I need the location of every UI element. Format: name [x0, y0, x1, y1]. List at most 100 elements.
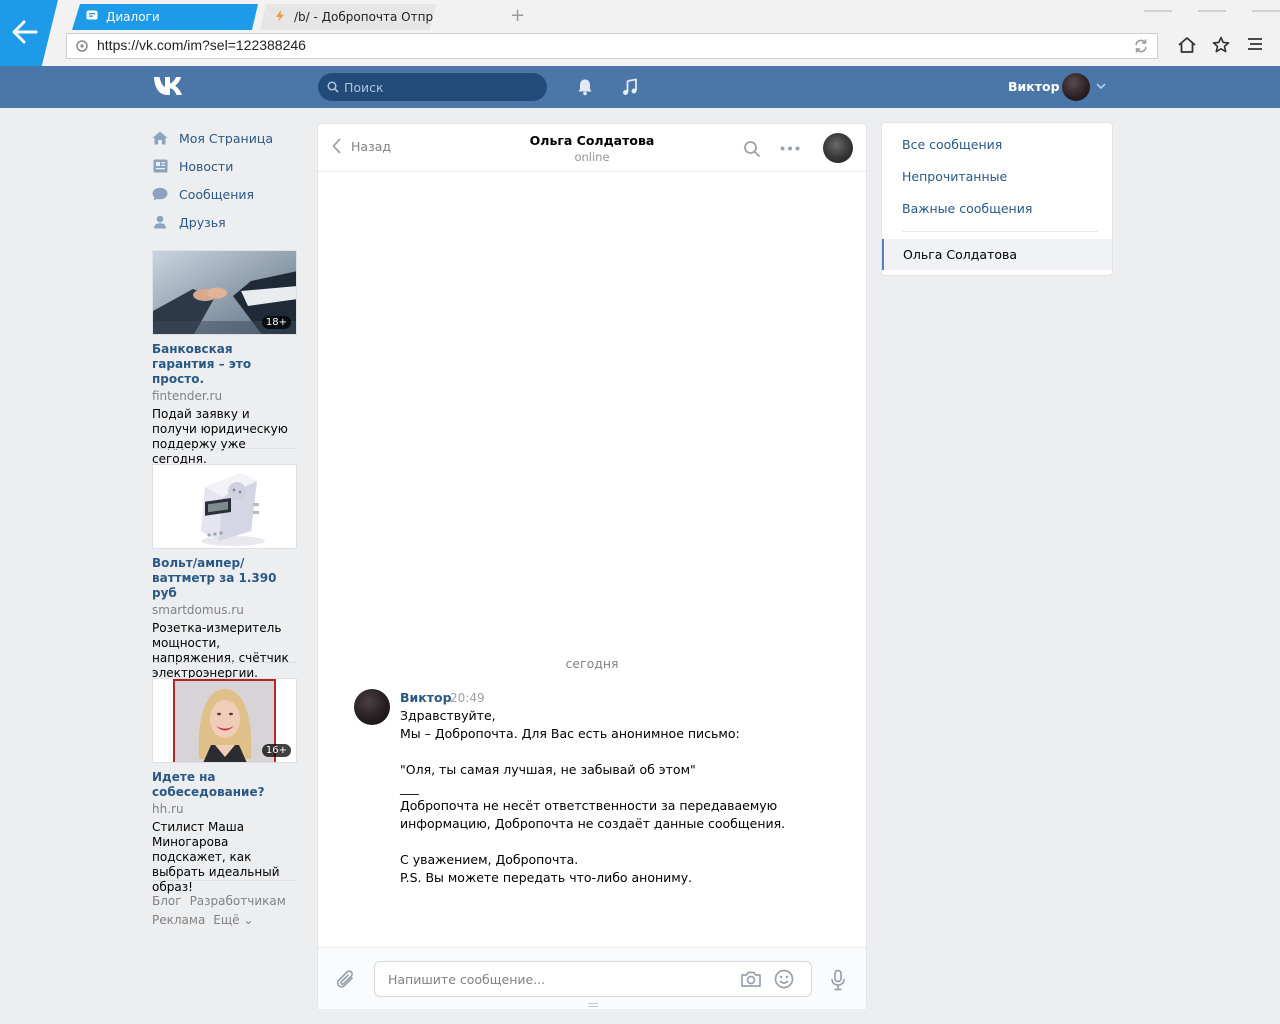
message-author[interactable]: Виктор: [400, 690, 452, 705]
lightning-icon: [274, 10, 286, 22]
message-time[interactable]: 20:49: [450, 691, 485, 705]
camera-icon[interactable]: [740, 970, 762, 988]
nav-item-friends[interactable]: Друзья: [152, 208, 297, 236]
ad-description: Подай заявку и получи юридическую поддер…: [152, 407, 288, 466]
friends-icon: [152, 214, 168, 230]
divider: [152, 880, 297, 881]
ad-block[interactable]: 16+ Идете на собеседование? hh.ru Стилис…: [152, 678, 297, 895]
message-input-box[interactable]: [374, 961, 812, 997]
menu-item-important[interactable]: Важные сообщения: [902, 201, 1032, 216]
left-nav: Моя Страница Новости Сообщения Друзья: [152, 124, 297, 236]
window-control-line[interactable]: [1144, 10, 1172, 12]
message-line: "Оля, ты самая лучшая, не забывай об это…: [400, 762, 696, 777]
menu-icon[interactable]: [1247, 36, 1263, 52]
ad-description: Стилист Маша Миногарова подскажет, как в…: [152, 820, 280, 894]
window-controls: [1118, 0, 1280, 15]
nav-item-label: Моя Страница: [179, 130, 273, 146]
divider: [152, 662, 297, 663]
avatar[interactable]: [354, 689, 390, 725]
message-composer: [318, 947, 866, 1009]
search-icon: [327, 81, 339, 93]
address-bar[interactable]: https://vk.com/im?sel=122388246: [66, 33, 1158, 59]
avatar: [1062, 73, 1090, 101]
ad-block[interactable]: Вольт/ампер/ваттметр за 1.390 руб smartd…: [152, 464, 297, 681]
nav-item-my-page[interactable]: Моя Страница: [152, 124, 297, 152]
ad-domain: smartdomus.ru: [152, 603, 244, 617]
microphone-icon[interactable]: [830, 969, 846, 991]
search-box[interactable]: [318, 73, 547, 101]
message-line: Мы – Добропочта. Для Вас есть анонимное …: [400, 726, 740, 741]
site-info-icon[interactable]: [76, 40, 88, 52]
emoji-icon[interactable]: [774, 969, 794, 989]
message-line: информацию, Добропочта не создаёт данные…: [400, 816, 786, 831]
home-icon[interactable]: [1177, 36, 1197, 54]
search-input[interactable]: [344, 73, 539, 101]
message-input[interactable]: [388, 962, 728, 996]
footer-links: Блог Разработчикам Реклама Ещё ⌄: [152, 892, 297, 930]
footer-link-blog[interactable]: Блог: [152, 894, 182, 908]
chevron-down-icon: [1096, 83, 1106, 90]
footer-link-more[interactable]: Ещё ⌄: [213, 913, 253, 927]
browser-chrome: Диалоги /b/ - Добропочта Отпра… + https:…: [0, 0, 1280, 66]
selected-dialog-label: Ольга Солдатова: [903, 247, 1018, 262]
menu-item-unread[interactable]: Непрочитанные: [902, 169, 1007, 184]
tab-dobropochta[interactable]: /b/ - Добропочта Отпра…: [260, 4, 436, 30]
nav-item-label: Друзья: [179, 214, 226, 230]
chat-header: Назад Ольга Солдатова online: [318, 124, 866, 172]
header-user-name: Виктор: [1008, 79, 1060, 94]
divider: [152, 448, 297, 449]
menu-item-selected-dialog[interactable]: Ольга Солдатова: [882, 239, 1112, 270]
message-line: С уважением, Добропочта.: [400, 852, 579, 867]
footer-link-ads[interactable]: Реклама: [152, 913, 205, 927]
window-control-line[interactable]: [1252, 10, 1280, 12]
contact-status: online: [574, 150, 610, 164]
nav-item-label: Сообщения: [179, 186, 255, 202]
message-line: Добропочта не несёт ответственности за п…: [400, 798, 778, 813]
ad-image-stylist[interactable]: 16+: [152, 678, 297, 763]
nav-item-messages[interactable]: Сообщения: [152, 180, 297, 208]
chat-panel: Назад Ольга Солдатова online сегодня Вик…: [317, 123, 867, 1009]
tab-title: Диалоги: [106, 10, 160, 24]
ad-title[interactable]: Вольт/ампер/ваттметр за 1.390 руб: [152, 556, 297, 601]
right-menu: Все сообщения Непрочитанные Важные сообщ…: [881, 122, 1113, 276]
news-icon: [152, 158, 168, 174]
reload-icon[interactable]: [1133, 38, 1149, 54]
bell-icon[interactable]: [576, 78, 594, 96]
vk-header: Виктор: [0, 66, 1280, 108]
age-badge: 16+: [261, 744, 291, 757]
avatar[interactable]: [823, 133, 853, 163]
message-text: Здравствуйте, Мы – Добропочта. Для Вас е…: [400, 707, 830, 887]
browser-back-button[interactable]: [0, 0, 58, 66]
tab-title: /b/ - Добропочта Отпра…: [294, 10, 434, 24]
bookmark-star-icon[interactable]: [1212, 36, 1230, 54]
nav-item-label: Новости: [179, 158, 234, 174]
footer-link-developers[interactable]: Разработчикам: [190, 894, 286, 908]
ad-image-power-meter[interactable]: [152, 464, 297, 549]
window-control-line[interactable]: [1198, 10, 1226, 12]
arrow-left-icon: [12, 20, 38, 44]
age-badge: 18+: [261, 316, 291, 329]
vk-logo-icon[interactable]: [152, 76, 186, 96]
ad-title[interactable]: Идете на собеседование?: [152, 770, 297, 800]
ad-image-handshake[interactable]: 18+: [152, 250, 297, 335]
messages-icon: [152, 186, 168, 202]
resize-handle[interactable]: [588, 1003, 598, 1007]
ad-title[interactable]: Банковская гарантия – это просто.: [152, 342, 297, 387]
more-icon[interactable]: [780, 146, 800, 151]
paperclip-icon[interactable]: [336, 969, 356, 991]
divider: [902, 231, 1098, 232]
nav-item-news[interactable]: Новости: [152, 152, 297, 180]
new-tab-button[interactable]: +: [510, 6, 525, 26]
menu-item-all-messages[interactable]: Все сообщения: [902, 137, 1002, 152]
ad-domain: fintender.ru: [152, 389, 223, 403]
ad-domain: hh.ru: [152, 802, 184, 816]
chat-bubble-icon: [86, 10, 98, 22]
tab-dialogs[interactable]: Диалоги: [72, 4, 258, 30]
url-text[interactable]: https://vk.com/im?sel=122388246: [97, 37, 306, 53]
search-icon[interactable]: [743, 140, 761, 158]
message-line: P.S. Вы можете передать что-либо анониму…: [400, 870, 693, 885]
message-line: ___: [400, 780, 419, 795]
ad-block[interactable]: 18+ Банковская гарантия – это просто. fi…: [152, 250, 297, 467]
music-icon[interactable]: [621, 78, 639, 96]
message-line: [400, 833, 830, 851]
